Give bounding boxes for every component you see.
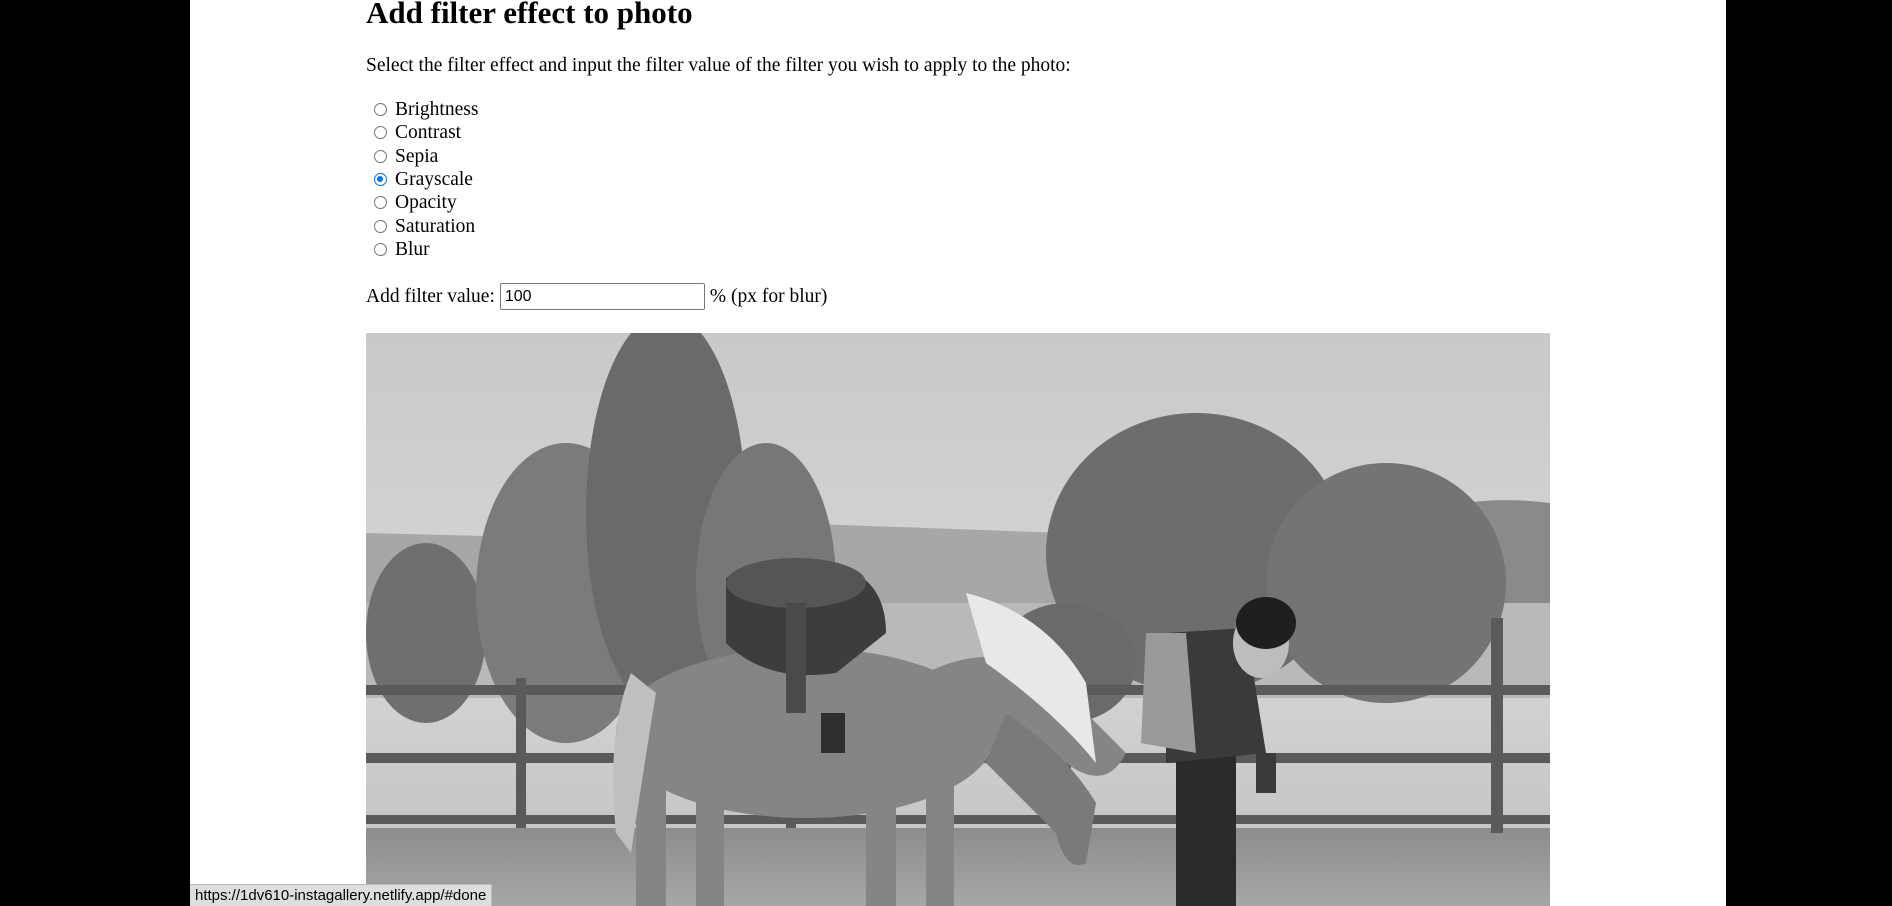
filter-label[interactable]: Saturation <box>395 215 475 238</box>
blur-radio[interactable] <box>374 242 387 256</box>
status-bar-url: https://1dv610-instagallery.netlify.app/… <box>190 884 493 906</box>
filter-option-contrast[interactable]: Contrast <box>366 121 478 144</box>
filter-option-grayscale[interactable]: Grayscale <box>366 168 478 191</box>
filter-radio-group: Brightness Contrast Sepia Grayscale Opac… <box>366 98 478 261</box>
filter-value-input[interactable] <box>499 283 705 310</box>
instruction-text: Select the filter effect and input the f… <box>366 55 1071 76</box>
filter-option-sepia[interactable]: Sepia <box>366 145 478 168</box>
contrast-radio[interactable] <box>374 126 387 140</box>
filter-option-brightness[interactable]: Brightness <box>366 98 478 121</box>
filter-label[interactable]: Blur <box>395 238 430 261</box>
filter-label[interactable]: Sepia <box>395 145 438 168</box>
opacity-radio[interactable] <box>374 196 387 210</box>
filter-value-label: Add filter value: <box>366 285 495 307</box>
filter-label[interactable]: Opacity <box>395 191 457 214</box>
brightness-radio[interactable] <box>374 103 387 117</box>
filter-option-opacity[interactable]: Opacity <box>366 191 478 214</box>
filter-unit-note: % (px for blur) <box>709 285 828 307</box>
sepia-radio[interactable] <box>374 149 387 163</box>
page: Add filter effect to photo Select the fi… <box>190 0 1726 906</box>
grayscale-radio[interactable] <box>374 173 387 187</box>
filter-label[interactable]: Grayscale <box>395 168 473 191</box>
filtered-photo <box>366 333 1550 906</box>
filter-label[interactable]: Contrast <box>395 121 461 144</box>
filter-option-blur[interactable]: Blur <box>366 238 478 261</box>
filter-label[interactable]: Brightness <box>395 98 478 121</box>
filter-option-saturation[interactable]: Saturation <box>366 214 478 237</box>
filter-value-row: Add filter value: % (px for blur) <box>366 283 827 310</box>
page-title: Add filter effect to photo <box>366 0 693 30</box>
saturation-radio[interactable] <box>374 219 387 233</box>
